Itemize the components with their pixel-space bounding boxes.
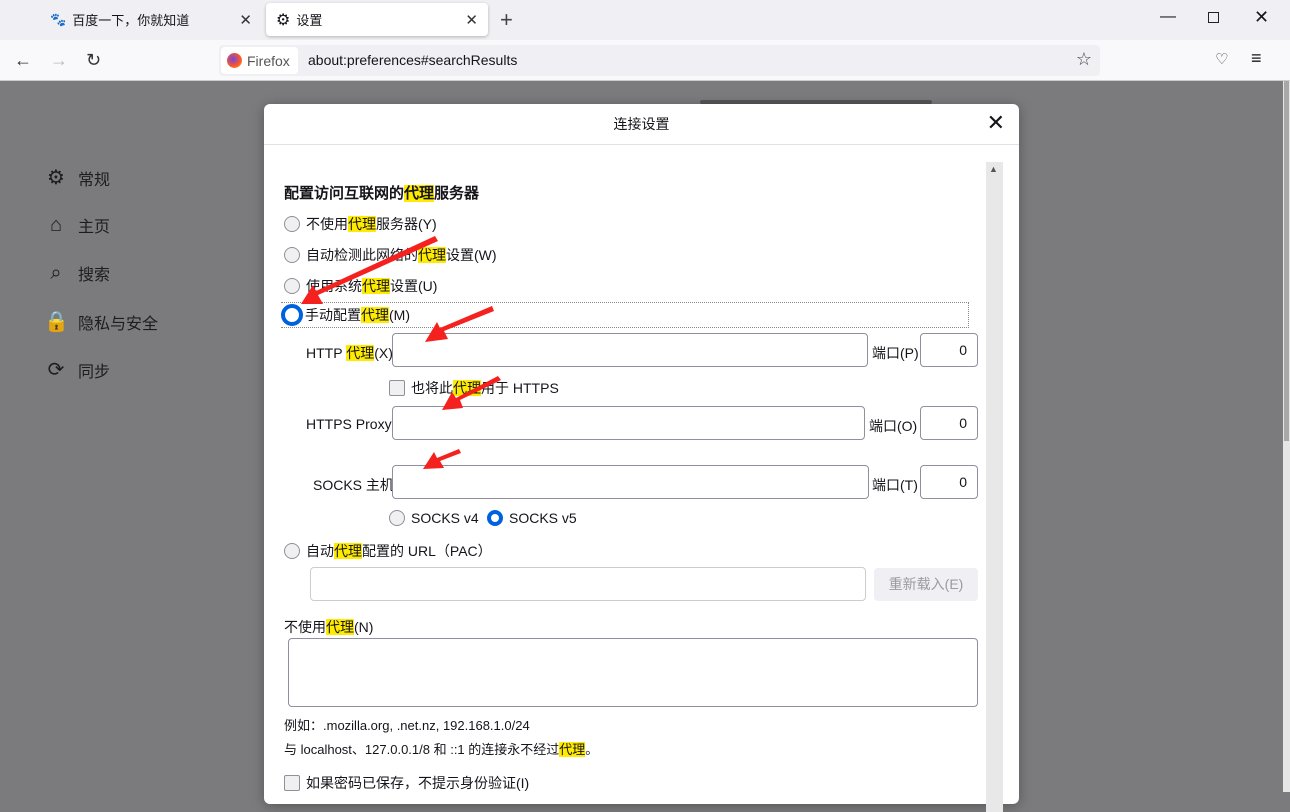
annotation-arrow xyxy=(423,449,461,469)
annotation-arrows xyxy=(0,0,1290,792)
annotation-arrow xyxy=(301,236,438,304)
annotation-arrow xyxy=(442,376,501,410)
annotation-arrow xyxy=(425,306,494,342)
